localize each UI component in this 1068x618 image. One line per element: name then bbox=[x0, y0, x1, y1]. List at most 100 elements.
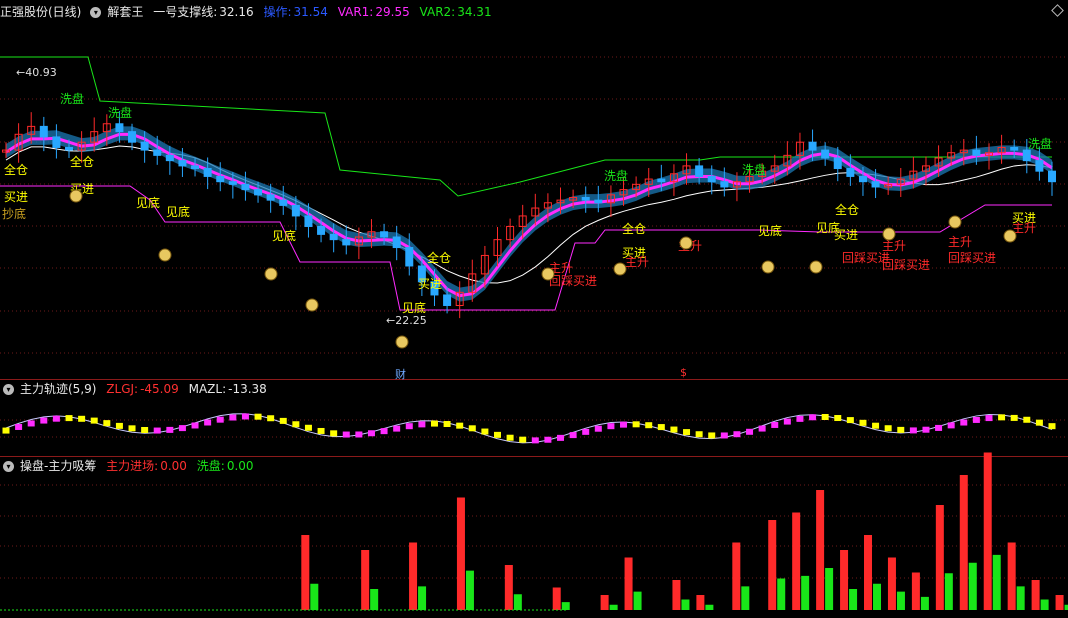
signal-label-quancang: 全仓 bbox=[835, 202, 859, 217]
candle-body bbox=[165, 154, 174, 162]
washout-bar bbox=[1040, 599, 1049, 610]
zlgj-bar bbox=[859, 419, 867, 426]
zlgj-bar bbox=[695, 431, 703, 438]
zlgj-bar bbox=[128, 425, 136, 432]
candle-body bbox=[203, 168, 212, 177]
accumulation-bar bbox=[456, 497, 465, 610]
candle-body bbox=[254, 189, 263, 196]
signal-label-quancang: 全仓 bbox=[70, 154, 94, 169]
zlgj-bar bbox=[15, 423, 23, 430]
candle-body bbox=[392, 236, 401, 249]
washout-bar bbox=[849, 589, 858, 610]
money-bag-icon bbox=[761, 260, 775, 274]
washout-bar bbox=[633, 591, 642, 610]
zlgj-bar bbox=[78, 415, 86, 422]
money-bag-icon bbox=[1003, 229, 1017, 243]
zlgj-bar bbox=[935, 424, 943, 431]
zlgj-bar bbox=[456, 422, 464, 429]
resistance-line bbox=[0, 56, 1052, 197]
candle-body bbox=[52, 136, 61, 148]
zlgj-bar bbox=[519, 436, 527, 443]
zlgj-bar bbox=[405, 423, 413, 430]
signal-label-jiandi: 见底 bbox=[402, 300, 426, 315]
signal-label-jiandi: 见底 bbox=[166, 204, 190, 219]
zlgj-bar bbox=[216, 416, 224, 423]
candle-body bbox=[304, 215, 313, 227]
washout-bar bbox=[968, 562, 977, 610]
zlgj-bar bbox=[40, 417, 48, 424]
money-bag-icon bbox=[264, 267, 278, 281]
zlgj-bar bbox=[103, 420, 111, 427]
zlgj-bar bbox=[418, 421, 426, 428]
zlgj-bar bbox=[796, 415, 804, 422]
signal-label-jiandi: 见底 bbox=[816, 220, 840, 235]
accumulation-bar bbox=[1055, 595, 1064, 610]
candle-body bbox=[291, 204, 300, 217]
washout-bar bbox=[1064, 604, 1068, 610]
zlgj-bar bbox=[393, 425, 401, 432]
candle-body bbox=[342, 239, 351, 246]
signal-label-huicai: 回踩买进 bbox=[948, 251, 996, 265]
zlgj-bar bbox=[771, 421, 779, 428]
accumulation-bar bbox=[672, 580, 681, 610]
high-price-label: ←40.93 bbox=[16, 66, 57, 79]
zlgj-bar bbox=[380, 428, 388, 435]
zlgj-bar bbox=[594, 425, 602, 432]
candle-body bbox=[128, 131, 137, 143]
candle-body bbox=[228, 181, 237, 185]
zlgj-bar bbox=[720, 432, 728, 439]
zlgj-bar bbox=[367, 430, 375, 437]
signal-label-xipan: 洗盘 bbox=[1028, 136, 1052, 151]
washout-bar bbox=[992, 554, 1001, 610]
signal-label-quancang: 全仓 bbox=[622, 221, 646, 236]
zlgj-bar bbox=[569, 432, 577, 439]
zlgj-bar bbox=[90, 417, 98, 424]
candle-body bbox=[707, 175, 716, 183]
accumulation-bar bbox=[504, 565, 513, 610]
washout-bar bbox=[741, 586, 750, 610]
zlgj-bar bbox=[317, 427, 325, 434]
zlgj-bar bbox=[670, 426, 678, 433]
signal-label-quancang: 全仓 bbox=[427, 250, 451, 265]
signal-label-chaodi: 抄底 bbox=[2, 206, 26, 221]
zlgj-bar bbox=[1010, 414, 1018, 421]
candle-body bbox=[594, 199, 603, 204]
low-price-label: ←22.25 bbox=[386, 314, 427, 327]
candle-body bbox=[65, 146, 74, 151]
zlgj-bar bbox=[506, 434, 514, 441]
zlgj-bar bbox=[141, 426, 149, 433]
zlgj-bar bbox=[1035, 419, 1043, 426]
dividend-marker[interactable]: $ bbox=[680, 366, 687, 379]
zlgj-bar bbox=[430, 420, 438, 427]
washout-bar bbox=[777, 578, 786, 610]
money-bag-icon bbox=[541, 267, 555, 281]
zlgj-bar bbox=[166, 426, 174, 433]
money-bag-icon bbox=[305, 298, 319, 312]
zlgj-bar bbox=[909, 427, 917, 434]
finance-marker[interactable]: 财 bbox=[395, 366, 406, 382]
washout-bar bbox=[825, 568, 834, 610]
money-bag-icon bbox=[613, 262, 627, 276]
candle-body bbox=[191, 165, 200, 170]
zlgj-bar bbox=[267, 415, 275, 422]
zlgj-bar bbox=[1023, 416, 1031, 423]
candle-body bbox=[972, 149, 981, 156]
mazl-line bbox=[5, 413, 1053, 444]
zlgj-bar bbox=[683, 429, 691, 436]
candle-body bbox=[115, 123, 124, 133]
zlgj-bar bbox=[607, 423, 615, 430]
stock-chart-window: 正强股份(日线) ▾ 解套王 一号支撑线: 32.16 操作: 31.54 VAR1: 2… bbox=[0, 0, 1068, 618]
zlgj-bar bbox=[65, 415, 73, 422]
washout-bar bbox=[944, 573, 953, 610]
zlgj-bar bbox=[191, 422, 199, 429]
zlgj-bar bbox=[1048, 423, 1056, 430]
zlgj-bar bbox=[468, 425, 476, 432]
accumulation-bar bbox=[1031, 580, 1040, 610]
zlgj-bar bbox=[52, 415, 60, 422]
signal-label-jiandi: 见底 bbox=[136, 195, 160, 210]
money-bag-icon bbox=[395, 335, 409, 349]
candle-body bbox=[317, 225, 326, 235]
zlgj-bar bbox=[947, 422, 955, 429]
zlgj-bar bbox=[229, 414, 237, 421]
zlgj-bar bbox=[708, 432, 716, 439]
